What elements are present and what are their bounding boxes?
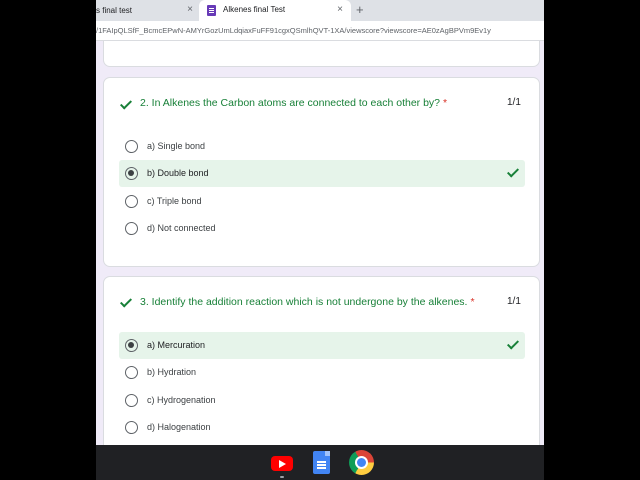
option-label: a) Single bond <box>147 141 206 151</box>
answer-option-selected-correct: b) Double bond <box>119 160 525 187</box>
taskbar <box>96 445 544 480</box>
tab-close-icon[interactable]: × <box>335 4 345 16</box>
google-forms-icon <box>207 5 216 16</box>
tab-close-icon[interactable]: × <box>185 4 195 16</box>
radio-button <box>125 366 138 379</box>
question-score: 1/1 <box>507 97 521 108</box>
option-label: d) Not connected <box>147 223 216 233</box>
answer-option-selected-correct: a) Mercuration <box>119 332 525 359</box>
radio-button <box>125 140 138 153</box>
chrome-icon[interactable] <box>349 450 374 475</box>
answer-option: b) Hydration <box>119 359 525 386</box>
form-score-view: 2. In Alkenes the Carbon atoms are conne… <box>96 41 544 445</box>
option-label: a) Mercuration <box>147 340 206 350</box>
tab-title: s final test <box>96 6 133 15</box>
youtube-icon[interactable] <box>271 456 293 471</box>
answer-option: d) Halogenation <box>119 414 525 441</box>
radio-button <box>125 394 138 407</box>
question-title: 2. In Alkenes the Carbon atoms are conne… <box>140 97 448 109</box>
question-card: 2. In Alkenes the Carbon atoms are conne… <box>103 77 540 267</box>
required-asterisk: * <box>443 97 448 109</box>
correct-check-icon <box>120 297 134 309</box>
answer-option: c) Hydrogenation <box>119 387 525 414</box>
option-label: d) Halogenation <box>147 422 211 432</box>
correct-check-icon <box>507 338 519 350</box>
radio-button <box>125 222 138 235</box>
tab-previous-test[interactable]: s final test × <box>96 0 198 21</box>
running-indicator <box>280 476 284 478</box>
google-docs-icon[interactable] <box>313 451 330 474</box>
previous-question-card <box>103 41 540 67</box>
answer-option: a) Single bond <box>119 133 525 160</box>
tab-title: Alkenes final Test <box>223 5 286 14</box>
option-label: b) Double bond <box>147 168 209 178</box>
radio-button-selected <box>125 339 138 352</box>
tab-strip: s final test × Alkenes final Test × + <box>96 0 544 21</box>
radio-button <box>125 421 138 434</box>
option-label: b) Hydration <box>147 367 197 377</box>
correct-check-icon <box>120 99 134 111</box>
question-card: 3. Identify the addition reaction which … <box>103 276 540 445</box>
browser-window: s final test × Alkenes final Test × + /1… <box>96 0 544 480</box>
question-score: 1/1 <box>507 296 521 307</box>
option-label: c) Hydrogenation <box>147 395 216 405</box>
radio-button <box>125 195 138 208</box>
address-bar[interactable]: /1FAIpQLSfF_BcmcEPwN-AMYrGozUmLdqiaxFuFF… <box>96 21 544 41</box>
radio-button-selected <box>125 167 138 180</box>
option-label: c) Triple bond <box>147 196 202 206</box>
required-asterisk: * <box>470 296 475 308</box>
tab-alkenes-final-test[interactable]: Alkenes final Test × <box>199 0 351 21</box>
question-title: 3. Identify the addition reaction which … <box>140 296 475 308</box>
correct-check-icon <box>507 166 519 178</box>
answer-option: d) Not connected <box>119 215 525 242</box>
answer-option: c) Triple bond <box>119 188 525 215</box>
new-tab-button[interactable]: + <box>356 3 364 17</box>
